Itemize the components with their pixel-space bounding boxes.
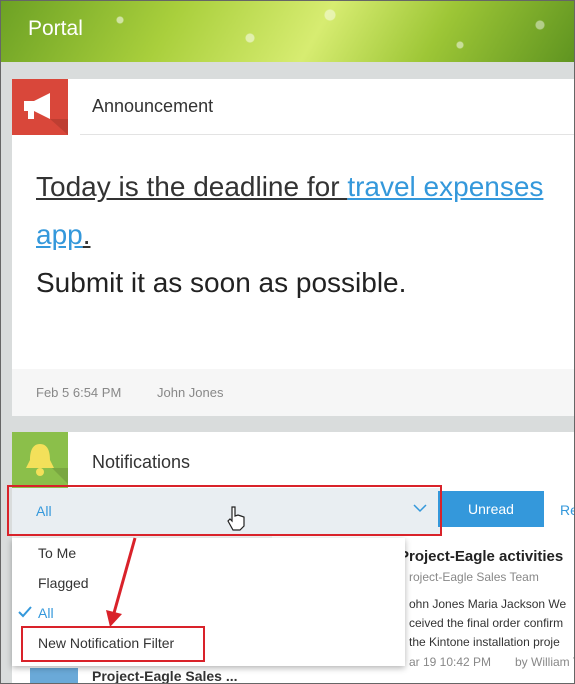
detail-line: the Kintone installation proje [409,635,560,649]
detail-meta-by: by William Ta [515,655,575,669]
tab-read[interactable]: Re [560,502,575,518]
detail-line: ceived the final order confirm [409,616,564,630]
tab-unread[interactable]: Unread [438,491,544,527]
portal-header: Portal [0,0,575,62]
notifications-title: Notifications [92,452,191,472]
app-thumbnail-icon [30,668,78,684]
red-arrow-icon [106,537,137,627]
highlight-box [21,626,205,662]
list-item-label: Project-Eagle Sales ... [92,668,238,684]
detail-team: roject-Eagle Sales Team [409,570,539,584]
announcement-author[interactable]: John Jones [157,385,224,400]
divider [80,134,575,135]
announcement-text: Today is the deadline for [36,171,348,202]
announcement-card: Announcement Today is the deadline for t… [12,79,575,416]
announcement-date: Feb 5 6:54 PM [36,385,122,400]
announcement-footer: Feb 5 6:54 PM John Jones [12,369,575,416]
announcement-period: . [82,219,91,250]
menu-item-flagged[interactable]: Flagged [38,575,89,591]
announcement-body: Today is the deadline for travel expense… [36,163,556,307]
detail-line: ohn Jones Maria Jackson We [409,597,567,611]
menu-item-to-me[interactable]: To Me [38,545,76,561]
announcement-title: Announcement [92,96,214,116]
megaphone-icon [12,79,68,135]
menu-item-all[interactable]: All [38,605,54,621]
detail-meta-date: ar 19 10:42 PM [409,655,492,669]
highlight-box [7,485,442,536]
detail-title[interactable]: Project-Eagle activities [399,548,563,565]
notification-detail: Project-Eagle activities roject-Eagle Sa… [387,535,575,684]
hand-cursor-icon [227,506,245,531]
checkmark-icon [18,605,32,623]
portal-title: Portal [28,17,83,40]
bell-icon [12,432,68,488]
announcement-subtext: Submit it as soon as possible. [36,267,407,298]
